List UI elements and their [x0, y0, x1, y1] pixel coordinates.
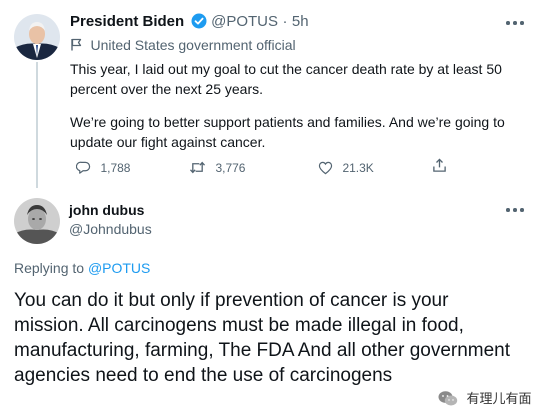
watermark-text: 有理儿有面 [466, 391, 532, 406]
verified-badge-icon [191, 13, 207, 34]
official-label: United States government official [70, 37, 296, 56]
like-count: 21.3K [342, 161, 374, 175]
reply-handle[interactable]: @Johndubus [69, 221, 152, 237]
retweet-count: 3,776 [215, 161, 246, 175]
more-options-icon[interactable] [506, 20, 526, 26]
like-action[interactable]: 21.3K [318, 159, 374, 180]
wechat-icon [438, 390, 458, 412]
display-name[interactable]: President Biden [70, 13, 184, 30]
handle[interactable]: @POTUS [211, 13, 278, 30]
johndubus-avatar[interactable] [14, 198, 60, 244]
reply-count: 1,788 [100, 161, 131, 175]
potus-avatar[interactable] [14, 14, 60, 60]
reply-action[interactable]: 1,788 [75, 159, 131, 180]
reply-handle-row: @Johndubus [69, 221, 152, 239]
retweet-action[interactable]: 3,776 [189, 159, 245, 180]
replying-to-handle-link[interactable]: @POTUS [88, 260, 150, 276]
tweet-paragraph-1: This year, I laid out my goal to cut the… [70, 61, 502, 97]
watermark: 有理儿有面 [438, 388, 531, 412]
reply-header: john dubus [69, 202, 144, 220]
reply-more-options-icon[interactable] [506, 207, 526, 213]
potus-avatar-image [14, 14, 60, 60]
share-action[interactable] [432, 158, 447, 178]
reply-icon [75, 160, 91, 180]
heart-icon [318, 161, 333, 180]
reply-text: You can do it but only if prevention of … [14, 290, 511, 386]
flag-icon [70, 38, 82, 56]
official-label-text: United States government official [90, 37, 296, 53]
reply-display-name[interactable]: john dubus [69, 202, 144, 218]
replying-to: Replying to @POTUS [14, 260, 150, 276]
tweet-text: This year, I laid out my goal to cut the… [70, 59, 520, 152]
johndubus-avatar-image [14, 198, 60, 244]
replying-to-prefix: Replying to [14, 260, 88, 276]
thread-connector-line [36, 62, 38, 188]
share-icon [432, 158, 447, 178]
separator: · [282, 13, 288, 30]
tweet-paragraph-2: We’re going to better support patients a… [70, 114, 505, 150]
timestamp[interactable]: 5h [292, 13, 309, 30]
tweet-header: President Biden @POTUS · 5h [70, 13, 309, 34]
retweet-icon [189, 160, 206, 180]
